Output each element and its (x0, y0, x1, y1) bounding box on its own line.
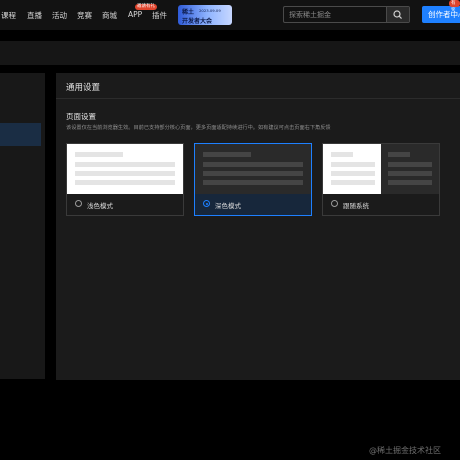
theme-label-system: 跟随系统 (343, 202, 369, 210)
section-title: 页面设置 (66, 112, 96, 121)
search-box (283, 6, 410, 23)
nav-courses[interactable]: 课程 (1, 10, 16, 21)
theme-option-light: 浅色模式 (67, 195, 183, 215)
system-preview-dark (381, 144, 439, 194)
theme-card-light[interactable]: 浅色模式 (66, 143, 184, 216)
nav-plugins[interactable]: 插件 (152, 10, 167, 21)
panel-title: 通用设置 (66, 83, 101, 93)
banner-brand: 稀土 (182, 9, 195, 16)
sub-header (0, 41, 460, 65)
dark-preview (195, 144, 311, 194)
creator-badge: 有奖 (449, 0, 460, 13)
nav-app[interactable]: APP (128, 10, 142, 19)
nav-contests[interactable]: 竞赛 (77, 10, 92, 21)
banner-date: 2023.09.09 (199, 8, 221, 13)
search-icon (393, 10, 402, 19)
radio-dark[interactable] (203, 200, 210, 207)
theme-card-system[interactable]: 跟随系统 (322, 143, 440, 216)
nav-events[interactable]: 活动 (52, 10, 67, 21)
developer-conference-banner[interactable]: 稀土 2023.09.09 开发者大会 (178, 5, 232, 25)
banner-title: 开发者大会 (182, 18, 213, 25)
theme-option-system: 跟随系统 (323, 195, 439, 215)
nav-mall[interactable]: 商城 (102, 10, 117, 21)
light-preview (67, 144, 183, 194)
radio-light[interactable] (75, 200, 82, 207)
settings-sidebar (0, 73, 45, 379)
theme-label-dark: 深色模式 (215, 202, 241, 210)
theme-label-light: 浅色模式 (87, 202, 113, 210)
search-button[interactable] (386, 7, 409, 22)
section-description: 该设置仅在当前浏览器生效。目前已支持部分核心页面，更多页面适配持续进行中。如有建… (66, 125, 331, 131)
search-input[interactable] (284, 7, 385, 22)
theme-card-dark[interactable]: 深色模式 (194, 143, 312, 216)
nav-live[interactable]: 直播 (27, 10, 42, 21)
system-preview-light (323, 144, 381, 194)
panel-header: 通用设置 (56, 73, 460, 99)
sidebar-item-active[interactable] (0, 123, 41, 146)
general-settings-panel: 通用设置 页面设置 该设置仅在当前浏览器生效。目前已支持部分核心页面，更多页面适… (56, 73, 460, 380)
radio-system[interactable] (331, 200, 338, 207)
theme-option-dark: 深色模式 (195, 195, 311, 215)
watermark: @稀土掘金技术社区 (369, 446, 441, 455)
top-navigation: 课程 直播 活动 竞赛 商城 APP 邀请有礼 插件 稀土 2023.09.09… (0, 0, 460, 30)
